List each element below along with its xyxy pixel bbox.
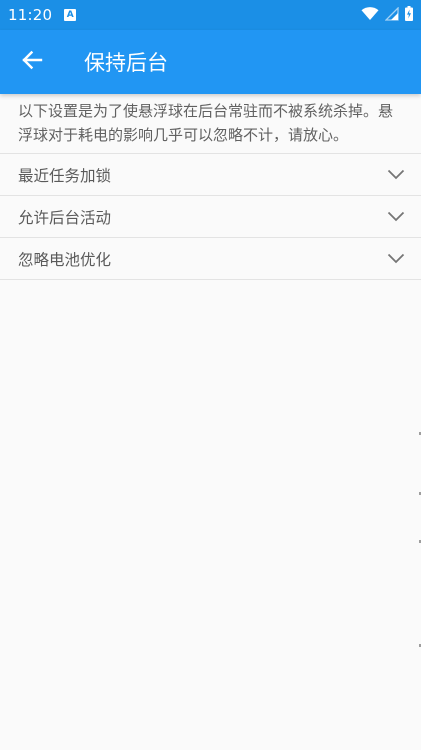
expandable-item-recent-task-lock[interactable]: 最近任务加锁 [0, 154, 421, 196]
status-time: 11:20 [8, 6, 53, 24]
item-label: 最近任务加锁 [18, 166, 112, 185]
chevron-down-icon [387, 253, 405, 264]
status-icons [361, 5, 413, 25]
description-text: 以下设置是为了使悬浮球在后台常驻而不被系统杀掉。悬浮球对于耗电的影响几乎可以忽略… [0, 94, 421, 154]
app-notification-icon: A [64, 9, 77, 21]
item-label: 允许后台活动 [18, 208, 112, 227]
chevron-down-icon [387, 169, 405, 180]
content: 以下设置是为了使悬浮球在后台常驻而不被系统杀掉。悬浮球对于耗电的影响几乎可以忽略… [0, 94, 421, 280]
expandable-item-background-activity[interactable]: 允许后台活动 [0, 196, 421, 238]
battery-charging-icon [405, 5, 413, 25]
page-title: 保持后台 [84, 51, 168, 75]
expandable-item-battery-optimization[interactable]: 忽略电池优化 [0, 238, 421, 280]
wifi-icon [361, 6, 379, 25]
chevron-down-icon [387, 211, 405, 222]
signal-icon [384, 5, 399, 25]
app-bar: 保持后台 [0, 30, 421, 94]
arrow-left-icon [21, 49, 43, 75]
status-bar: 11:20 A [0, 0, 421, 30]
back-button[interactable] [0, 30, 64, 94]
item-label: 忽略电池优化 [18, 250, 112, 269]
